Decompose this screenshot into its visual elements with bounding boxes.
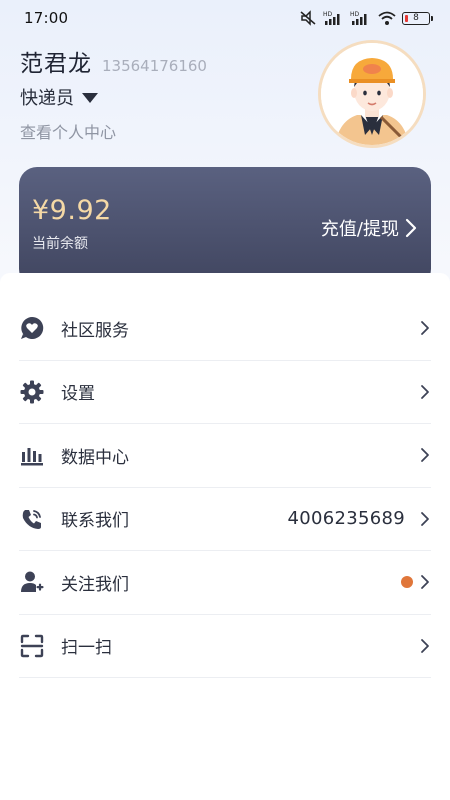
chevron-right-icon (419, 574, 431, 590)
menu-item-label: 社区服务 (61, 320, 129, 341)
role-selector[interactable]: 快递员 (20, 84, 98, 110)
phone-icon (19, 506, 45, 532)
menu-list: 社区服务 设置 数据中心 联系我们 4006235689 关注我们 扫一扫 (19, 297, 431, 678)
menu-item-settings[interactable]: 设置 (19, 361, 431, 424)
mute-icon (300, 10, 316, 26)
signal-hd-icon: HD (323, 11, 340, 25)
battery-icon: 8 (402, 11, 433, 25)
bar-chart-icon (19, 442, 45, 468)
caret-down-icon (82, 93, 98, 103)
balance-card: ¥9.92 当前余额 充值/提现 (19, 167, 431, 287)
menu-item-community-service[interactable]: 社区服务 (19, 297, 431, 361)
svg-text:HD: HD (323, 11, 333, 18)
status-time: 17:00 (24, 9, 69, 27)
heart-chat-icon (19, 315, 45, 341)
status-icons: HD HD 8 (298, 10, 433, 26)
svg-text:HD: HD (350, 11, 360, 18)
notification-dot (401, 576, 413, 589)
chevron-right-icon (419, 447, 431, 463)
courier-avatar-icon (321, 43, 423, 145)
menu-item-label: 数据中心 (61, 447, 129, 468)
menu-item-scan[interactable]: 扫一扫 (19, 615, 431, 678)
user-add-icon (19, 569, 45, 595)
recharge-withdraw-button[interactable]: 充值/提现 (321, 215, 417, 241)
menu-item-follow-us[interactable]: 关注我们 (19, 551, 431, 615)
battery-level: 8 (413, 13, 419, 23)
profile-name-row: 范君龙 13564176160 (20, 44, 207, 78)
avatar[interactable] (318, 40, 426, 148)
role-label: 快递员 (20, 88, 74, 109)
menu-item-label: 关注我们 (61, 574, 129, 595)
recharge-withdraw-label: 充值/提现 (320, 219, 399, 240)
menu-item-label: 联系我们 (61, 511, 129, 532)
menu-sheet: 社区服务 设置 数据中心 联系我们 4006235689 关注我们 扫一扫 (0, 273, 450, 800)
signal-hd-icon: HD (350, 11, 367, 25)
view-profile-link[interactable]: 查看个人中心 (20, 119, 116, 143)
chevron-right-icon (419, 511, 431, 527)
user-name: 范君龙 (20, 51, 92, 77)
chevron-right-icon (419, 638, 431, 654)
chevron-right-icon (405, 218, 417, 238)
gear-icon (19, 379, 45, 405)
menu-item-label: 扫一扫 (61, 638, 112, 659)
menu-item-contact-us[interactable]: 联系我们 4006235689 (19, 488, 431, 551)
menu-item-label: 设置 (61, 384, 95, 405)
scan-icon (19, 633, 45, 659)
contact-phone-number: 4006235689 (287, 508, 405, 530)
chevron-right-icon (419, 384, 431, 400)
user-phone: 13564176160 (102, 57, 207, 75)
menu-item-data-center[interactable]: 数据中心 (19, 424, 431, 488)
status-bar: 17:00 HD HD 8 (0, 0, 450, 36)
chevron-right-icon (419, 320, 431, 336)
balance-label: 当前余额 (32, 236, 88, 252)
balance-amount: ¥9.92 (32, 195, 112, 226)
wifi-icon (378, 11, 396, 25)
